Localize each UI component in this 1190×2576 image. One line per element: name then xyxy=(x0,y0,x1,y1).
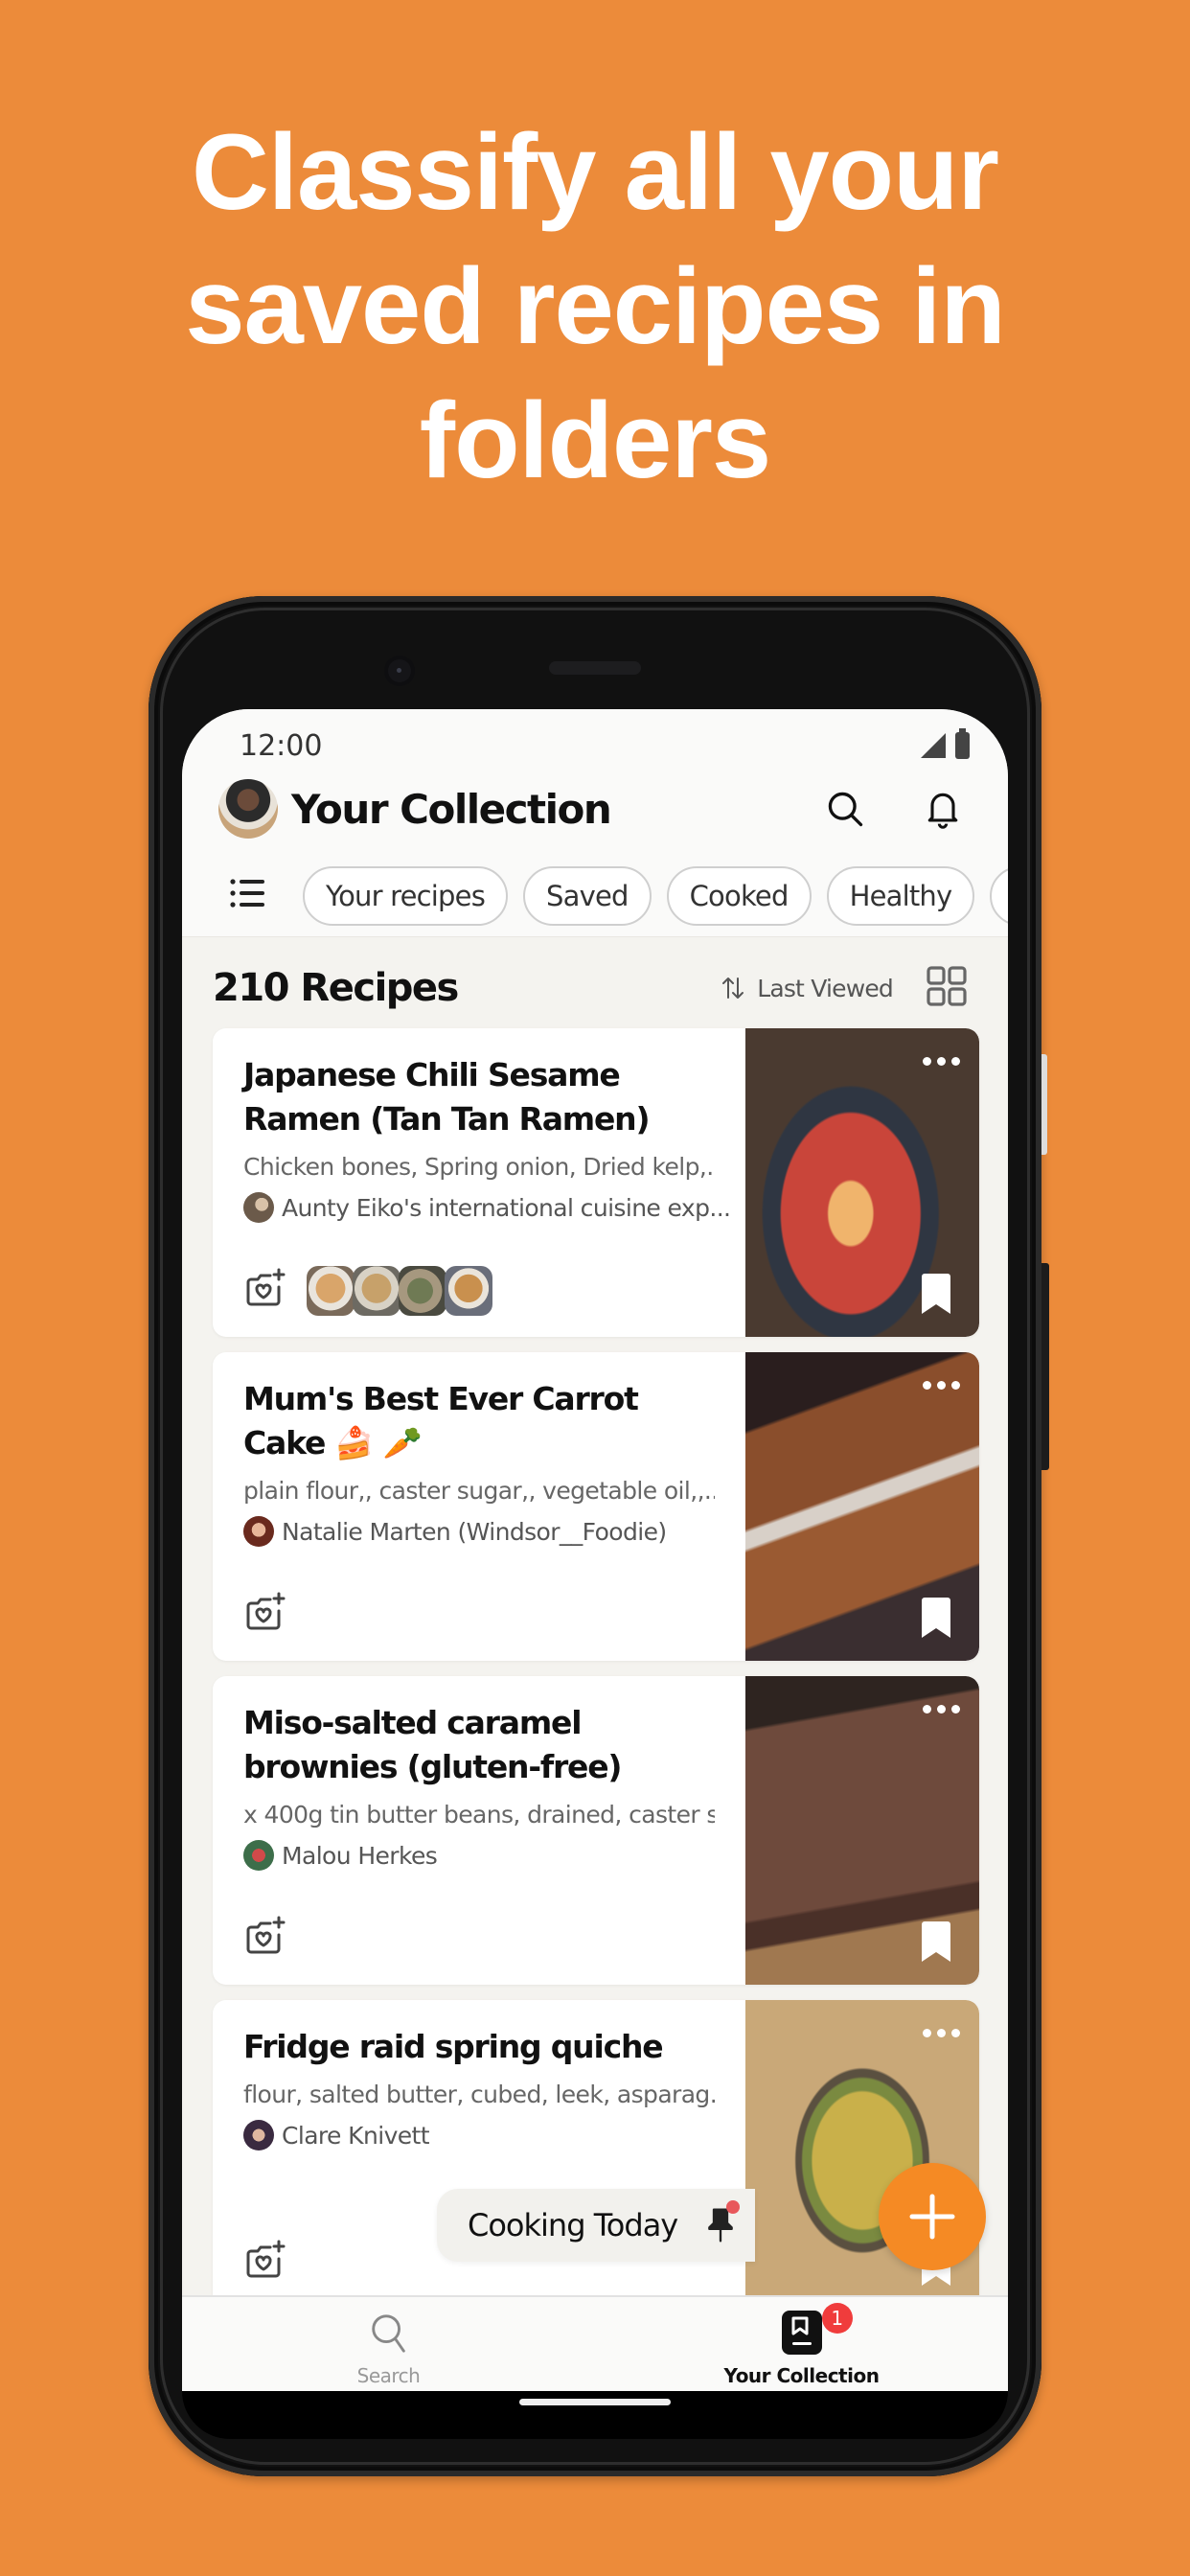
author-avatar xyxy=(243,1840,274,1871)
cooking-today-button[interactable]: Cooking Today xyxy=(437,2189,755,2262)
camera-heart-icon xyxy=(246,2240,286,2278)
add-cooksnap-button[interactable] xyxy=(243,1590,287,1639)
bookmark-icon xyxy=(922,1921,950,1962)
cooksnap-thumbnails[interactable] xyxy=(307,1265,492,1316)
headline-line-2: saved recipes in xyxy=(185,246,1006,366)
more-options-button[interactable] xyxy=(923,1705,960,1714)
chip-your-recipes[interactable]: Your recipes xyxy=(303,865,509,926)
bookmark-icon xyxy=(922,1274,950,1314)
recipe-card[interactable]: Japanese Chili Sesame Ramen (Tan Tan Ram… xyxy=(213,1028,979,1337)
recipe-ingredients: plain flour,, caster sugar,, vegetable o… xyxy=(243,1477,715,1505)
page-title: Your Collection xyxy=(291,785,612,833)
recipe-ingredients: Chicken bones, Spring onion, Dried kelp,… xyxy=(243,1153,715,1181)
earpiece-speaker xyxy=(549,661,641,675)
recipe-image-carrot-cake[interactable] xyxy=(745,1352,979,1661)
add-cooksnap-button[interactable] xyxy=(243,1266,287,1315)
status-bar: 12:00 xyxy=(182,709,1008,763)
chip-truncated[interactable]: It xyxy=(990,865,1008,926)
recipe-card[interactable]: Miso-salted caramel brownies (gluten-fre… xyxy=(213,1676,979,1985)
plus-icon xyxy=(909,2194,955,2240)
add-cooksnap-button[interactable] xyxy=(243,1914,287,1963)
grid-icon xyxy=(927,965,967,1006)
headline-line-3: folders xyxy=(419,380,771,500)
bookmark-button[interactable] xyxy=(920,1920,952,1967)
author-avatar xyxy=(243,2120,274,2150)
bottom-navigation: Search 1 Your Collection xyxy=(182,2295,1008,2391)
list-header: 210 Recipes Last Viewed xyxy=(182,937,1008,1039)
cooksnap-thumbnail[interactable] xyxy=(353,1265,400,1316)
author-name: Aunty Eiko's international cuisine exp..… xyxy=(282,1193,731,1222)
author-name: Clare Knivett xyxy=(282,2121,430,2150)
gesture-navigation-bar[interactable] xyxy=(519,2399,671,2405)
recipe-author[interactable]: Natalie Marten (Windsor__Foodie) xyxy=(243,1516,715,1547)
recipe-title: Mum's Best Ever Carrot Cake 🍰 🥕 xyxy=(243,1380,639,1461)
notification-badge: 1 xyxy=(821,2303,853,2334)
folder-chips: Your recipes Saved Cooked Healthy It xyxy=(182,855,1008,937)
nav-label: Search xyxy=(356,2364,421,2387)
search-icon xyxy=(828,792,863,827)
signal-icon xyxy=(921,733,946,758)
bookmark-button[interactable] xyxy=(920,1273,952,1320)
recipe-ingredients: x 400g tin butter beans, drained, caster… xyxy=(243,1801,715,1828)
notifications-button[interactable] xyxy=(916,782,970,836)
cooksnap-thumbnail[interactable] xyxy=(399,1265,446,1316)
battery-icon xyxy=(955,728,970,759)
folders-menu-button[interactable] xyxy=(230,877,266,914)
search-icon xyxy=(371,2314,405,2353)
recipe-card[interactable]: Mum's Best Ever Carrot Cake 🍰 🥕 plain fl… xyxy=(213,1352,979,1661)
user-avatar[interactable] xyxy=(218,779,278,839)
sort-label: Last Viewed xyxy=(757,974,894,1002)
chip-saved[interactable]: Saved xyxy=(523,865,652,926)
author-avatar xyxy=(243,1192,274,1223)
recipe-image-brownies[interactable] xyxy=(745,1676,979,1985)
view-toggle-button[interactable] xyxy=(926,965,968,1012)
search-button[interactable] xyxy=(818,782,872,836)
phone-volume-button xyxy=(1041,1263,1049,1470)
camera-heart-icon xyxy=(246,1592,286,1630)
recipe-author[interactable]: Malou Herkes xyxy=(243,1840,715,1871)
recipe-image-ramen[interactable] xyxy=(745,1028,979,1337)
recipe-title: Japanese Chili Sesame Ramen (Tan Tan Ram… xyxy=(243,1056,651,1138)
more-options-button[interactable] xyxy=(923,2029,960,2037)
sort-arrows-icon xyxy=(722,978,744,999)
recipe-title: Fridge raid spring quiche xyxy=(243,2028,664,2065)
nav-label: Your Collection xyxy=(723,2364,880,2387)
notification-dot xyxy=(726,2200,740,2214)
app-screen: 12:00 Your Collection Your recipes Saved… xyxy=(182,709,1008,2391)
author-name: Malou Herkes xyxy=(282,1841,438,1870)
recipe-title: Miso-salted caramel brownies (gluten-fre… xyxy=(243,1704,623,1785)
chip-healthy[interactable]: Healthy xyxy=(826,865,975,926)
bookmark-icon xyxy=(922,1598,950,1638)
app-bar: Your Collection xyxy=(182,763,1008,855)
marketing-headline: Classify all your saved recipes in folde… xyxy=(0,105,1190,508)
front-camera xyxy=(388,659,411,682)
recipe-author[interactable]: Aunty Eiko's international cuisine exp..… xyxy=(243,1192,731,1223)
cooksnap-thumbnail[interactable] xyxy=(445,1265,492,1316)
chip-cooked[interactable]: Cooked xyxy=(666,865,812,926)
recipe-card[interactable]: Fridge raid spring quiche flour, salted … xyxy=(213,2000,979,2309)
more-options-button[interactable] xyxy=(923,1057,960,1066)
author-name: Natalie Marten (Windsor__Foodie) xyxy=(282,1517,667,1546)
cooksnap-thumbnail[interactable] xyxy=(307,1265,355,1316)
more-options-button[interactable] xyxy=(923,1381,960,1390)
recipe-ingredients: flour, salted butter, cubed, leek, aspar… xyxy=(243,2081,715,2108)
nav-tab-your-collection[interactable]: 1 Your Collection xyxy=(595,2297,1008,2391)
camera-heart-icon xyxy=(246,1268,286,1306)
sort-button[interactable]: Last Viewed xyxy=(719,974,894,1002)
recipe-count: 210 Recipes xyxy=(213,966,459,1010)
collection-icon xyxy=(781,2311,822,2355)
status-time: 12:00 xyxy=(240,729,323,763)
add-recipe-fab[interactable] xyxy=(879,2163,986,2270)
nav-tab-search[interactable]: Search xyxy=(182,2297,595,2391)
recipe-author[interactable]: Clare Knivett xyxy=(243,2120,715,2150)
cooking-today-label: Cooking Today xyxy=(468,2207,678,2243)
list-icon xyxy=(230,879,264,908)
bookmark-button[interactable] xyxy=(920,1597,952,1644)
add-cooksnap-button[interactable] xyxy=(243,2238,287,2287)
headline-line-1: Classify all your xyxy=(191,112,999,232)
bell-icon xyxy=(927,793,958,829)
camera-heart-icon xyxy=(246,1916,286,1954)
author-avatar xyxy=(243,1516,274,1547)
phone-power-button xyxy=(1041,1054,1047,1155)
